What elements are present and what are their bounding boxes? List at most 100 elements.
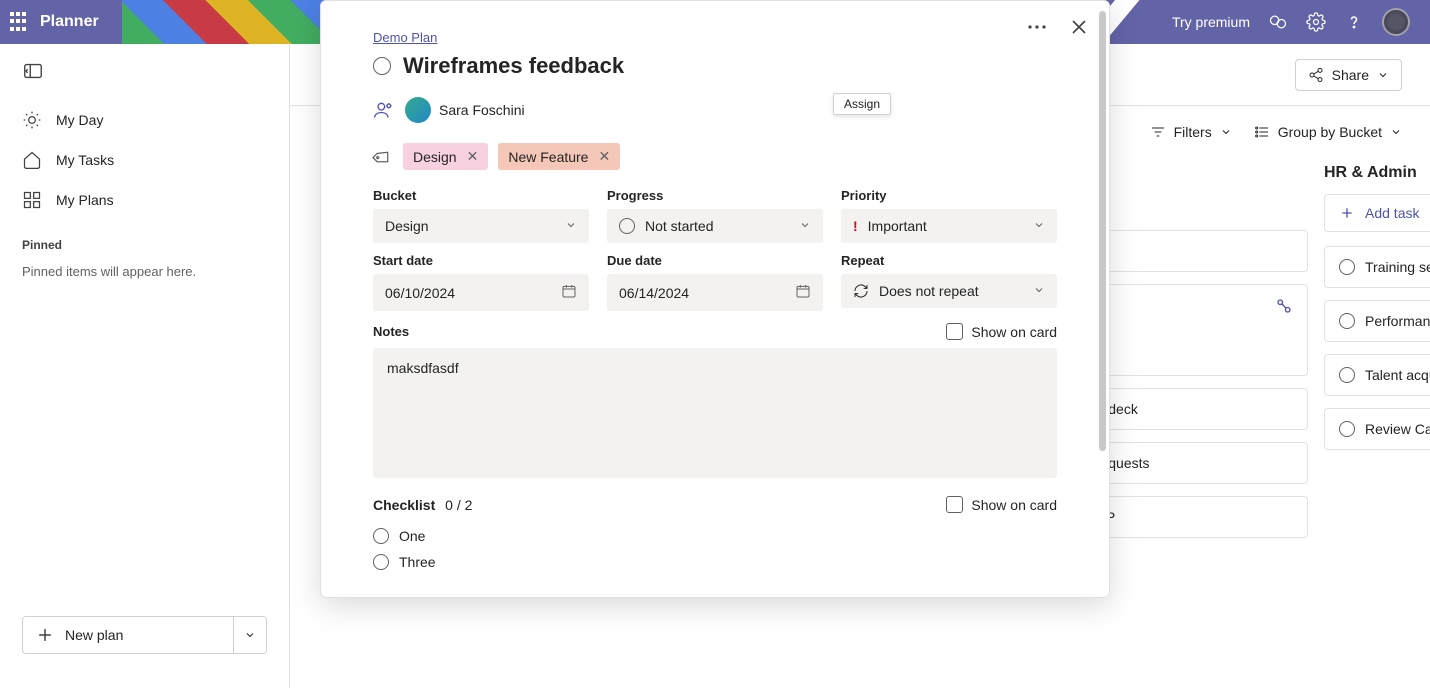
tag-chip[interactable]: New Feature ✕ bbox=[498, 143, 620, 170]
nav-label: My Plans bbox=[56, 192, 114, 208]
sun-icon bbox=[22, 110, 42, 130]
task-card[interactable]: Performance bbox=[1324, 300, 1430, 342]
new-plan-dropdown[interactable] bbox=[233, 616, 267, 654]
nav-my-plans[interactable]: My Plans bbox=[0, 180, 289, 220]
app-name: Planner bbox=[40, 13, 99, 31]
home-icon bbox=[22, 150, 42, 170]
assignee-chip[interactable]: Sara Foschini bbox=[405, 97, 525, 123]
progress-value: Not started bbox=[645, 218, 713, 234]
notes-value: maksdfasdf bbox=[387, 360, 459, 376]
tag-chip[interactable]: Design ✕ bbox=[403, 143, 488, 170]
complete-circle-icon[interactable] bbox=[1339, 367, 1355, 383]
tag-label: Design bbox=[413, 149, 457, 165]
priority-label: Priority bbox=[841, 188, 1057, 203]
checklist-item[interactable]: Three bbox=[373, 549, 1057, 575]
checkbox-icon bbox=[946, 323, 963, 340]
board-column-hr-admin: HR & Admin Add task Training ses Perform… bbox=[1324, 158, 1430, 538]
complete-circle-icon[interactable] bbox=[1339, 421, 1355, 437]
app-launcher-icon[interactable] bbox=[10, 12, 30, 32]
notes-label: Notes bbox=[373, 324, 409, 339]
copilot-icon[interactable] bbox=[1268, 12, 1288, 32]
notes-textarea[interactable]: maksdfasdf bbox=[373, 348, 1057, 478]
task-title: Training ses bbox=[1365, 259, 1430, 275]
notes-show-on-card-toggle[interactable]: Show on card bbox=[946, 323, 1057, 340]
add-task-label: Add task bbox=[1365, 205, 1419, 221]
checklist-item-label: One bbox=[399, 528, 425, 544]
plus-icon bbox=[1339, 205, 1355, 221]
repeat-dropdown[interactable]: Does not repeat bbox=[841, 274, 1057, 308]
bucket-value: Design bbox=[385, 218, 429, 234]
task-detail-modal: Demo Plan Wireframes feedback Sara Fosch… bbox=[320, 0, 1110, 598]
complete-circle-icon[interactable] bbox=[1339, 313, 1355, 329]
plan-breadcrumb-link[interactable]: Demo Plan bbox=[373, 30, 437, 45]
nav-label: My Day bbox=[56, 112, 103, 128]
due-date-value: 06/14/2024 bbox=[619, 285, 689, 301]
pinned-section-label: Pinned bbox=[0, 220, 289, 258]
checklist-item-label: Three bbox=[399, 554, 436, 570]
nav-label: My Tasks bbox=[56, 152, 114, 168]
add-task-button[interactable]: Add task bbox=[1324, 194, 1430, 232]
remove-tag-icon[interactable]: ✕ bbox=[467, 148, 479, 165]
close-icon[interactable] bbox=[1067, 15, 1091, 39]
checklist-item[interactable]: One bbox=[373, 523, 1057, 549]
due-date-input[interactable]: 06/14/2024 bbox=[607, 274, 823, 311]
repeat-icon bbox=[853, 283, 869, 299]
checklist-show-on-card-toggle[interactable]: Show on card bbox=[946, 496, 1057, 513]
task-title-heading[interactable]: Wireframes feedback bbox=[403, 53, 624, 79]
complete-circle-icon[interactable] bbox=[1339, 259, 1355, 275]
task-title: Talent acqu bbox=[1365, 367, 1430, 383]
tag-label: New Feature bbox=[508, 149, 588, 165]
plus-icon bbox=[35, 625, 55, 645]
bucket-label: Bucket bbox=[373, 188, 589, 203]
subtasks-icon bbox=[1275, 297, 1293, 315]
assignee-name: Sara Foschini bbox=[439, 102, 525, 118]
checkbox-icon bbox=[946, 496, 963, 513]
priority-dropdown[interactable]: ! Important bbox=[841, 209, 1057, 243]
remove-tag-icon[interactable]: ✕ bbox=[598, 148, 610, 165]
task-title: Performance bbox=[1365, 313, 1430, 329]
repeat-value: Does not repeat bbox=[879, 283, 979, 299]
left-nav: My Day My Tasks My Plans Pinned Pinned i… bbox=[0, 44, 290, 688]
progress-label: Progress bbox=[607, 188, 823, 203]
task-card[interactable]: Training ses bbox=[1324, 246, 1430, 288]
progress-dropdown[interactable]: Not started bbox=[607, 209, 823, 243]
tag-icon[interactable] bbox=[369, 142, 397, 170]
start-date-value: 06/10/2024 bbox=[385, 285, 455, 301]
assign-tooltip: Assign bbox=[833, 93, 891, 115]
show-on-card-label: Show on card bbox=[971, 324, 1057, 340]
pinned-empty-text: Pinned items will appear here. bbox=[0, 258, 289, 285]
chevron-down-icon bbox=[799, 218, 811, 234]
task-card[interactable]: Talent acqu bbox=[1324, 354, 1430, 396]
chevron-down-icon bbox=[1033, 283, 1045, 299]
collapse-nav-icon[interactable] bbox=[22, 60, 44, 82]
settings-icon[interactable] bbox=[1306, 12, 1326, 32]
checklist-count: 0 / 2 bbox=[445, 497, 472, 513]
important-icon: ! bbox=[853, 218, 858, 234]
assign-person-icon[interactable] bbox=[373, 100, 393, 120]
not-started-icon bbox=[619, 218, 635, 234]
chevron-down-icon bbox=[565, 218, 577, 234]
checklist-label: Checklist bbox=[373, 497, 435, 513]
new-plan-button[interactable]: New plan bbox=[22, 616, 233, 654]
task-card[interactable]: Review Can bbox=[1324, 408, 1430, 450]
bucket-dropdown[interactable]: Design bbox=[373, 209, 589, 243]
checklist-circle-icon[interactable] bbox=[373, 554, 389, 570]
start-date-input[interactable]: 06/10/2024 bbox=[373, 274, 589, 311]
user-avatar[interactable] bbox=[1382, 8, 1410, 36]
start-date-label: Start date bbox=[373, 253, 589, 268]
nav-my-tasks[interactable]: My Tasks bbox=[0, 140, 289, 180]
more-options-icon[interactable] bbox=[1025, 15, 1049, 39]
modal-scrollbar[interactable] bbox=[1099, 11, 1106, 451]
calendar-icon bbox=[561, 283, 577, 302]
complete-task-circle[interactable] bbox=[373, 57, 391, 75]
new-plan-label: New plan bbox=[65, 627, 123, 643]
repeat-label: Repeat bbox=[841, 253, 1057, 268]
nav-my-day[interactable]: My Day bbox=[0, 100, 289, 140]
checklist-circle-icon[interactable] bbox=[373, 528, 389, 544]
grid-icon bbox=[22, 190, 42, 210]
help-icon[interactable] bbox=[1344, 12, 1364, 32]
show-on-card-label: Show on card bbox=[971, 497, 1057, 513]
calendar-icon bbox=[795, 283, 811, 302]
try-premium-label: Try premium bbox=[1172, 14, 1250, 30]
priority-value: Important bbox=[868, 218, 927, 234]
